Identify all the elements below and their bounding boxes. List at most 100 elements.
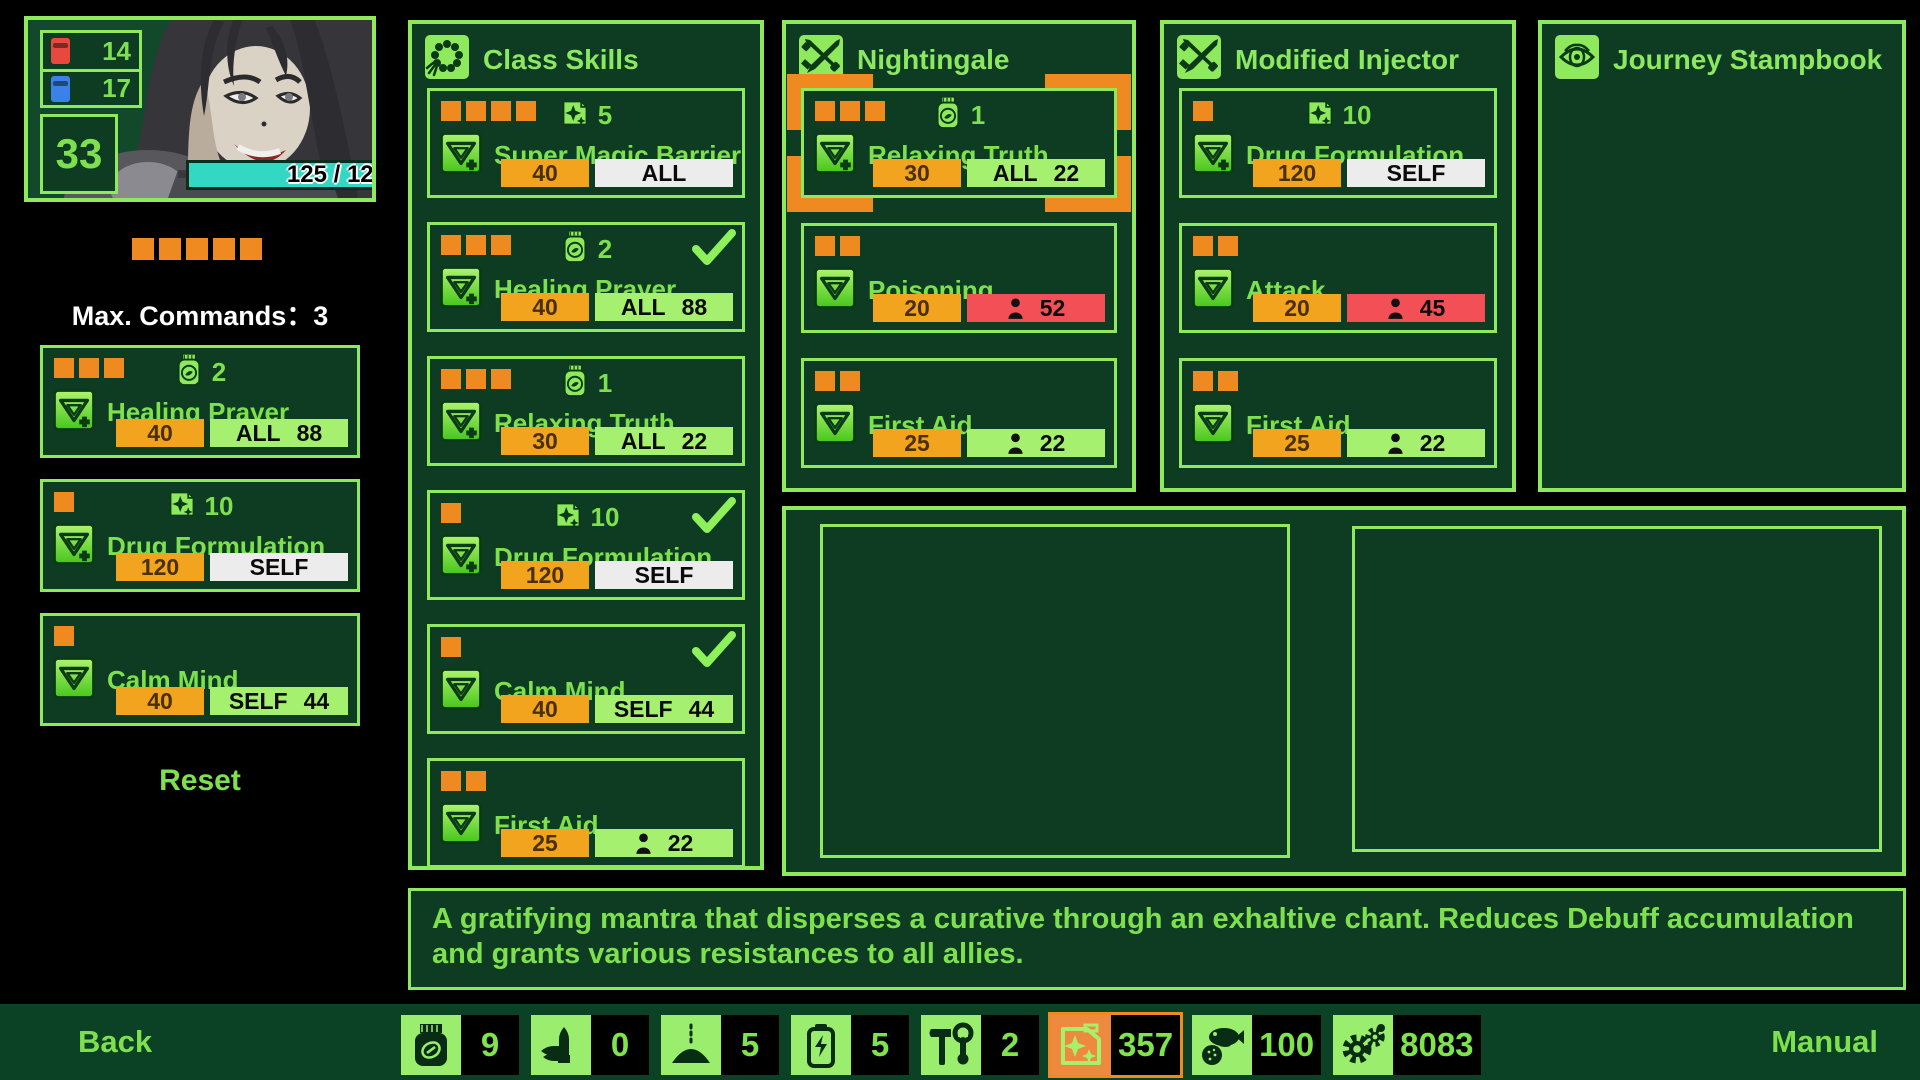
skill-cost-square (1193, 371, 1213, 391)
reset-button[interactable]: Reset (24, 764, 376, 798)
target-chip: 45 (1347, 294, 1485, 322)
crossed-weapons-icon (1177, 35, 1221, 84)
skill-card[interactable]: 1 Relaxing Truth 30 ALL22 (427, 356, 745, 466)
target-chip: SELF (1347, 159, 1485, 187)
panel-journey-stampbook: Journey Stampbook (1538, 20, 1906, 492)
target-chip: 22 (1347, 429, 1485, 457)
skill-card[interactable]: Calm Mind 40 SELF44 (40, 613, 360, 726)
panel-title: Modified Injector (1235, 44, 1459, 76)
ammo-icon (531, 1015, 591, 1075)
panel-title: Class Skills (483, 44, 639, 76)
skill-chips: 40 SELF44 (116, 687, 348, 715)
skill-card[interactable]: Calm Mind 40 SELF44 (427, 624, 745, 734)
uses-count: 10 (205, 491, 234, 522)
skill-chips: 20 45 (1253, 294, 1485, 322)
heal-skill-icon (440, 534, 482, 581)
preview-panel (782, 506, 1906, 876)
skill-chips: 120 SELF (501, 561, 733, 589)
cost-chip: 40 (501, 293, 589, 321)
hp-bar: 125 / 125 (186, 160, 376, 190)
selection-bracket (787, 74, 873, 130)
spark-uses-icon (553, 498, 583, 537)
stat-books-box: 14 17 (40, 30, 142, 108)
skill-chips: 40 SELF44 (501, 695, 733, 723)
skill-card[interactable]: 10 Drug Formulation 120 SELF (40, 479, 360, 592)
manual-button[interactable]: Manual (1771, 1024, 1878, 1060)
inventory-item[interactable]: 5 (788, 1012, 912, 1078)
cost-squares (1193, 371, 1238, 391)
skill-card[interactable]: First Aid 25 22 (801, 358, 1117, 468)
inventory-strip: 9 0 5 5 2 357 100 8083 (398, 1012, 1484, 1078)
inventory-item[interactable]: 9 (398, 1012, 522, 1078)
inventory-item[interactable]: 5 (658, 1012, 782, 1078)
skill-card[interactable]: Attack 20 45 (1179, 223, 1497, 333)
target-chip: ALL22 (595, 427, 733, 455)
heal-skill-icon (440, 266, 482, 313)
cost-chip: 20 (873, 294, 961, 322)
uses-count: 10 (1343, 100, 1372, 131)
skill-card[interactable]: First Aid 25 22 (1179, 358, 1497, 468)
inventory-item-count: 357 (1111, 1015, 1180, 1075)
inventory-item[interactable]: 0 (528, 1012, 652, 1078)
heal-skill-icon (440, 400, 482, 447)
heal-skill-icon (440, 132, 482, 179)
inventory-item[interactable]: 100 (1189, 1012, 1324, 1078)
check-icon (692, 497, 736, 535)
uses-count: 5 (598, 100, 612, 131)
tools-icon (921, 1015, 981, 1075)
skill-card[interactable]: 2 Healing Prayer 40 ALL88 (427, 222, 745, 332)
skill-chips: 120 SELF (116, 553, 348, 581)
skill-chips: 20 52 (873, 294, 1105, 322)
cost-squares (441, 637, 461, 657)
spark-uses-icon (560, 96, 590, 135)
plain-skill-icon (53, 657, 95, 704)
skill-card[interactable]: 10 Drug Formulation 120 SELF (427, 490, 745, 600)
level-box: 33 (40, 114, 118, 194)
skill-chips: 25 22 (501, 829, 733, 857)
uses-group: 10 (1182, 97, 1494, 133)
heal-skill-icon (1192, 132, 1234, 179)
skill-card[interactable]: 10 Drug Formulation 120 SELF (1179, 88, 1497, 198)
inventory-item-count: 5 (721, 1015, 779, 1075)
skill-card[interactable]: 5 Super Magic Barrier 40 ALL (427, 88, 745, 198)
skill-card[interactable]: 2 Healing Prayer 40 ALL88 (40, 345, 360, 458)
cost-chip: 30 (873, 159, 961, 187)
cost-chip: 25 (873, 429, 961, 457)
spark-canister-icon (1051, 1015, 1111, 1075)
inventory-item-count: 8083 (1393, 1015, 1480, 1075)
skill-card[interactable]: 1 Relaxing Truth 30 ALL22 (801, 88, 1117, 198)
inventory-item[interactable]: 2 (918, 1012, 1042, 1078)
inventory-item[interactable]: 8083 (1330, 1012, 1483, 1078)
inventory-item-count: 2 (981, 1015, 1039, 1075)
target-chip: ALL (595, 159, 733, 187)
target-chip: SELF44 (595, 695, 733, 723)
skill-description: A gratifying mantra that disperses a cur… (408, 888, 1906, 990)
stat-row-blue: 17 (43, 69, 139, 105)
person-target-icon (1007, 298, 1024, 319)
skill-chips: 40 ALL (501, 159, 733, 187)
command-slot-square (159, 238, 181, 260)
equipped-commands-list: 2 Healing Prayer 40 ALL88 10 Drug Formul… (40, 345, 360, 726)
cost-chip: 40 (116, 687, 204, 715)
character-portrait-panel: 14 17 33 125 / 125 (24, 16, 376, 202)
uses-group: 5 (430, 97, 742, 133)
skill-cost-square (1218, 236, 1238, 256)
command-slot-square (213, 238, 235, 260)
inventory-item-count: 0 (591, 1015, 649, 1075)
target-chip: SELF (210, 553, 348, 581)
plain-skill-icon (1192, 402, 1234, 449)
plain-skill-icon (1192, 267, 1234, 314)
inventory-item[interactable]: 357 (1048, 1012, 1183, 1078)
skill-card[interactable]: Poisoning 20 52 (801, 223, 1117, 333)
skill-cost-square (1193, 236, 1213, 256)
hp-value: 125 / 125 (287, 161, 376, 189)
back-button[interactable]: Back (78, 1024, 152, 1060)
skill-card[interactable]: First Aid 25 22 (427, 758, 745, 868)
powder-icon (661, 1015, 721, 1075)
heal-skill-icon (53, 389, 95, 436)
skill-cost-square (54, 626, 74, 646)
skill-cost-square (840, 236, 860, 256)
target-chip: 22 (595, 829, 733, 857)
uses-group: 1 (430, 365, 742, 401)
skill-chips: 40 ALL88 (501, 293, 733, 321)
